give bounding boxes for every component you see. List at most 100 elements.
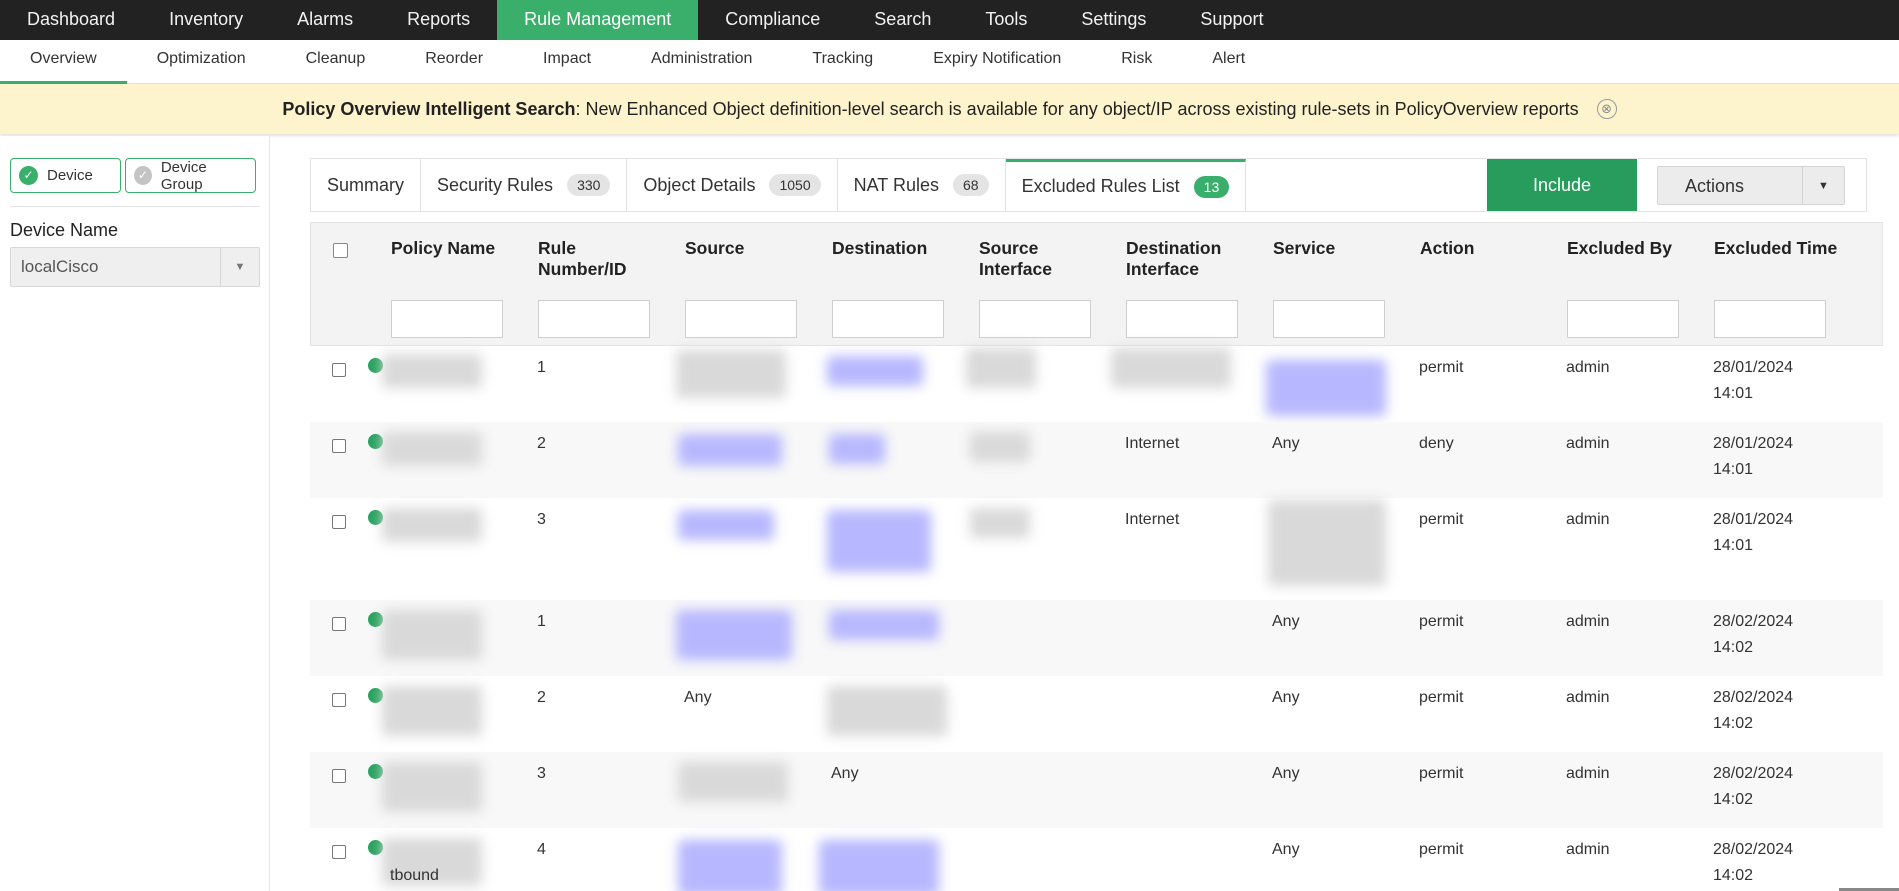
column-header-rule-number[interactable]: Rule Number/ID [538, 238, 668, 280]
device-group-option[interactable]: ✓ Device Group [125, 158, 256, 193]
redacted-value [1266, 360, 1386, 416]
selected-device: localCisco [21, 257, 99, 276]
topnav-tools[interactable]: Tools [958, 0, 1054, 40]
cell-destination: Any [831, 765, 859, 782]
subnav-impact[interactable]: Impact [513, 40, 621, 84]
device-type-toggle: ✓ Device ✓ Device Group [10, 158, 256, 193]
redacted-value [1111, 348, 1231, 388]
cell-policy-name: tbound [390, 867, 439, 884]
tab-nat-rules[interactable]: NAT Rules 68 [838, 159, 1006, 211]
cell-excluded-time: 14:02 [1713, 639, 1754, 656]
column-header-destination[interactable]: Destination [832, 238, 962, 259]
row-checkbox[interactable] [332, 617, 346, 631]
actions-dropdown[interactable]: Actions ▼ [1657, 166, 1845, 205]
device-option[interactable]: ✓ Device [10, 158, 121, 193]
tab-summary[interactable]: Summary [311, 159, 422, 211]
tab-label: Object Details [643, 174, 756, 195]
row-checkbox[interactable] [332, 439, 346, 453]
row-checkbox[interactable] [332, 693, 346, 707]
tab-object-details[interactable]: Object Details 1050 [627, 159, 838, 211]
redacted-value [827, 356, 923, 386]
cell-excluded-time: 28/02/2024 [1713, 613, 1794, 630]
cell-service: Any [1272, 689, 1300, 706]
topnav-dashboard[interactable]: Dashboard [0, 0, 142, 40]
close-icon[interactable]: ⊗ [1596, 99, 1617, 119]
redacted-value [966, 348, 1036, 388]
topnav-support[interactable]: Support [1173, 0, 1290, 40]
subnav-overview[interactable]: Overview [0, 40, 127, 84]
filter-input-destination[interactable] [832, 300, 944, 338]
top-navigation: Dashboard Inventory Alarms Reports Rule Mana… [0, 0, 1899, 40]
chevron-down-icon[interactable]: ▼ [220, 248, 259, 286]
column-header-destination-interface[interactable]: Destination Interface [1126, 238, 1256, 280]
redacted-value [382, 610, 482, 660]
table-row: 3 Any Any permit admin 28/02/2024 14:02 [310, 752, 1883, 828]
table-header: Policy Name Rule Number/ID Source Destinati… [310, 222, 1883, 346]
topnav-inventory[interactable]: Inventory [142, 0, 270, 40]
report-tab-bar: Summary Security Rules 330 Object Details 10… [310, 158, 1867, 212]
column-header-source-interface[interactable]: Source Interface [979, 238, 1109, 280]
filter-input-destination-interface[interactable] [1126, 300, 1238, 338]
cell-rule-number: 2 [537, 689, 546, 706]
redacted-value [827, 686, 947, 736]
cell-excluded-time: 14:02 [1713, 791, 1754, 808]
subnav-tracking[interactable]: Tracking [782, 40, 903, 84]
filter-input-excluded-by[interactable] [1567, 300, 1679, 338]
subnav-expiry-notification[interactable]: Expiry Notification [903, 40, 1091, 84]
filter-input-service[interactable] [1273, 300, 1385, 338]
column-header-excluded-by[interactable]: Excluded By [1567, 238, 1697, 259]
topnav-compliance[interactable]: Compliance [698, 0, 847, 40]
table-row: 1 permit admin 28/01/2024 14:01 [310, 346, 1883, 422]
tab-label: Security Rules [437, 174, 554, 195]
filter-input-excluded-time[interactable] [1714, 300, 1826, 338]
filter-input-rule-number[interactable] [538, 300, 650, 338]
select-all-checkbox[interactable] [333, 243, 348, 258]
redacted-value [382, 354, 482, 388]
cell-rule-number: 4 [537, 841, 546, 858]
status-dot-icon [368, 434, 383, 449]
redacted-value [382, 762, 482, 812]
subnav-risk[interactable]: Risk [1091, 40, 1182, 84]
subnav-alert[interactable]: Alert [1182, 40, 1275, 84]
cell-rule-number: 3 [537, 511, 546, 528]
topnav-reports[interactable]: Reports [380, 0, 497, 40]
redacted-value [678, 840, 782, 891]
row-checkbox[interactable] [332, 515, 346, 529]
topnav-search[interactable]: Search [847, 0, 958, 40]
topnav-settings[interactable]: Settings [1054, 0, 1173, 40]
subnav-optimization[interactable]: Optimization [127, 40, 276, 84]
subnav-administration[interactable]: Administration [621, 40, 782, 84]
device-name-select[interactable]: localCisco ▼ [10, 247, 260, 287]
column-header-policy-name[interactable]: Policy Name [391, 238, 521, 259]
row-checkbox[interactable] [332, 363, 346, 377]
cell-excluded-time: 14:01 [1713, 385, 1754, 402]
row-checkbox[interactable] [332, 769, 346, 783]
filter-input-source[interactable] [685, 300, 797, 338]
cell-excluded-time: 14:02 [1713, 867, 1754, 884]
redacted-value [382, 686, 482, 736]
column-header-source[interactable]: Source [685, 238, 815, 259]
redacted-value [676, 350, 786, 398]
column-header-service[interactable]: Service [1273, 238, 1403, 259]
subnav-cleanup[interactable]: Cleanup [276, 40, 396, 84]
filter-input-policy-name[interactable] [391, 300, 503, 338]
device-panel: ✓ Device ✓ Device Group Device Name loca… [0, 136, 270, 891]
redacted-value [382, 508, 482, 542]
tab-excluded-rules-list[interactable]: Excluded Rules List 13 [1005, 159, 1247, 211]
redacted-value [678, 434, 782, 466]
topnav-rule-management[interactable]: Rule Management [497, 0, 699, 40]
subnav-reorder[interactable]: Reorder [395, 40, 513, 84]
tab-label: Excluded Rules List [1021, 176, 1180, 196]
row-checkbox[interactable] [332, 845, 346, 859]
cell-source: Any [684, 689, 712, 706]
column-header-action[interactable]: Action [1420, 238, 1550, 259]
table-row: 3 Internet permit admin 28/01/2024 14:01 [310, 498, 1883, 600]
tab-security-rules[interactable]: Security Rules 330 [421, 159, 628, 211]
topnav-alarms[interactable]: Alarms [270, 0, 380, 40]
chevron-down-icon[interactable]: ▼ [1802, 167, 1844, 204]
check-circle-icon: ✓ [19, 166, 38, 185]
cell-excluded-by: admin [1566, 435, 1610, 452]
filter-input-source-interface[interactable] [979, 300, 1091, 338]
include-button[interactable]: Include [1487, 159, 1637, 211]
column-header-excluded-time[interactable]: Excluded Time [1714, 238, 1844, 259]
